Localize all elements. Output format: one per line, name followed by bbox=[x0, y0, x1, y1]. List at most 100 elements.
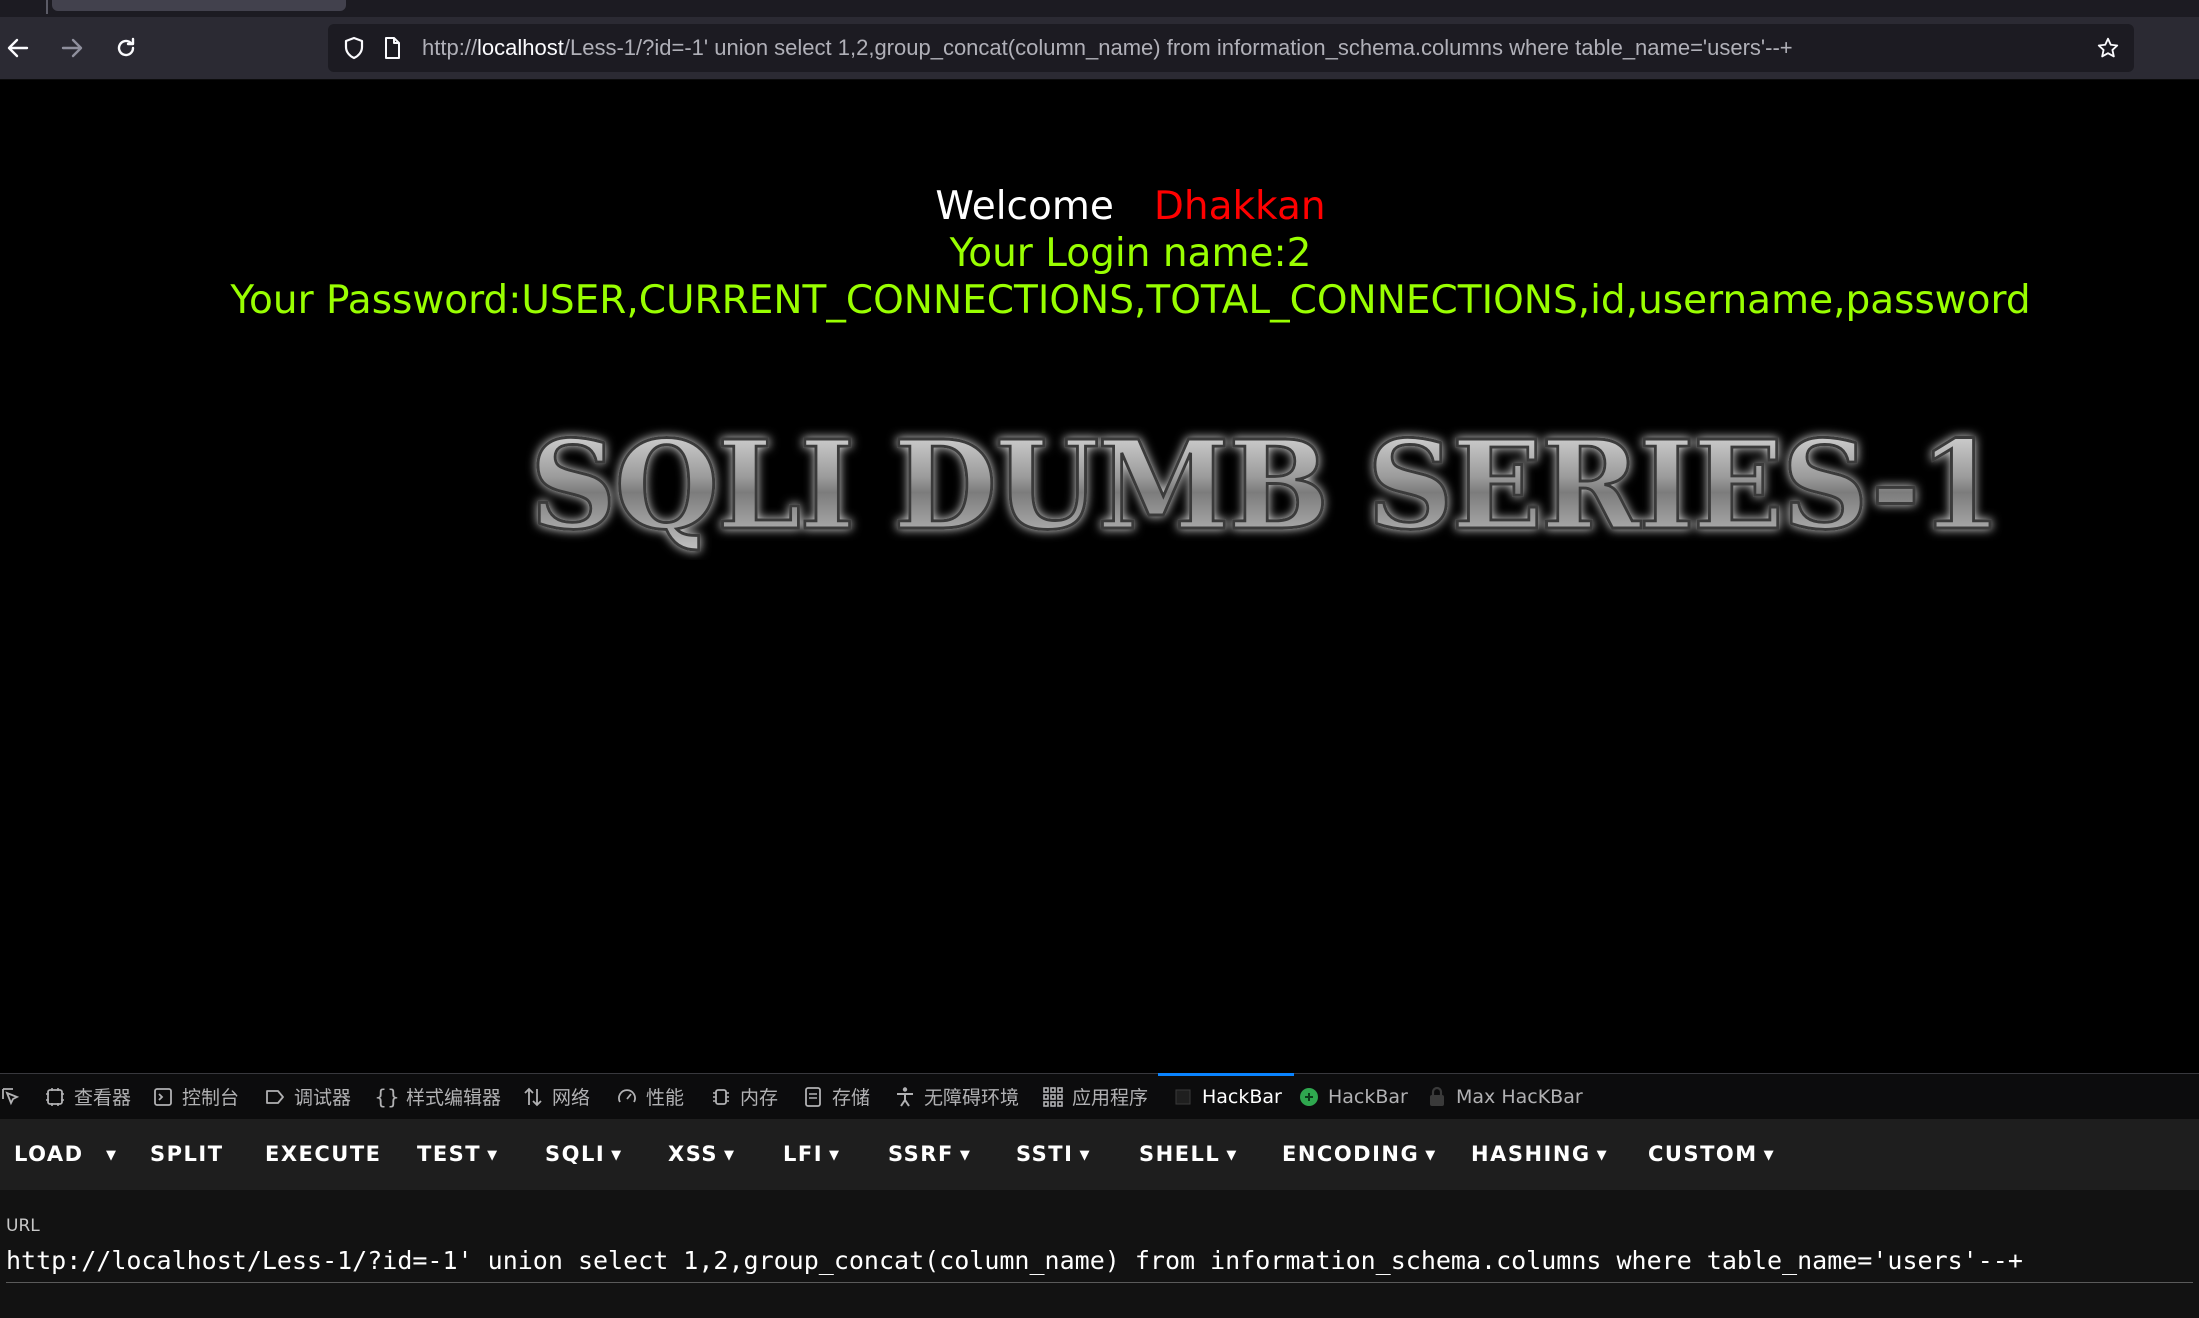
gauge-icon bbox=[616, 1086, 638, 1108]
url-field-label: URL bbox=[6, 1216, 40, 1236]
tab-inspector[interactable]: 查看器 bbox=[44, 1074, 131, 1119]
tab-label: 样式编辑器 bbox=[406, 1087, 502, 1109]
url-text[interactable]: http://localhost/Less-1/?id=-1' union se… bbox=[422, 24, 1793, 72]
tab-application[interactable]: 应用程序 bbox=[1042, 1074, 1148, 1119]
page-content: Welcome Dhakkan Your Login name:2 Your Pa… bbox=[0, 80, 2199, 1073]
button-label: HASHING bbox=[1471, 1142, 1591, 1166]
tab-separator bbox=[46, 0, 48, 14]
ssti-menu[interactable]: SSTI ▼ bbox=[1016, 1119, 1091, 1190]
button-label: SSTI bbox=[1016, 1142, 1074, 1166]
tab-label: 内存 bbox=[740, 1087, 779, 1109]
load-button[interactable]: LOAD bbox=[14, 1119, 84, 1190]
storage-icon bbox=[802, 1086, 824, 1108]
button-label: SHELL bbox=[1139, 1142, 1221, 1166]
network-arrows-icon bbox=[522, 1086, 544, 1108]
browser-tab[interactable] bbox=[52, 0, 346, 11]
button-label: XSS bbox=[668, 1142, 718, 1166]
test-menu[interactable]: TEST ▼ bbox=[417, 1119, 499, 1190]
caret-down-icon: ▼ bbox=[1763, 1147, 1776, 1163]
caret-down-icon: ▼ bbox=[611, 1147, 623, 1163]
hackbar-icon bbox=[1172, 1086, 1194, 1108]
lfi-menu[interactable]: LFI ▼ bbox=[783, 1119, 841, 1190]
tab-network[interactable]: 网络 bbox=[522, 1074, 590, 1119]
caret-down-icon: ▼ bbox=[1226, 1147, 1238, 1163]
button-label: SQLI bbox=[545, 1142, 606, 1166]
custom-menu[interactable]: CUSTOM ▼ bbox=[1648, 1119, 1775, 1190]
execute-button[interactable]: EXECUTE bbox=[265, 1119, 382, 1190]
back-button[interactable] bbox=[0, 30, 36, 66]
load-options-dropdown[interactable]: ▼ bbox=[100, 1119, 118, 1190]
tab-hackbar[interactable]: HackBar bbox=[1158, 1073, 1294, 1119]
shell-menu[interactable]: SHELL ▼ bbox=[1139, 1119, 1238, 1190]
tab-hackbar-2[interactable]: HackBar bbox=[1298, 1074, 1408, 1119]
forward-button[interactable] bbox=[54, 30, 90, 66]
cursor-pick-icon bbox=[0, 1086, 22, 1108]
xss-menu[interactable]: XSS ▼ bbox=[668, 1119, 736, 1190]
button-label: TEST bbox=[417, 1142, 482, 1166]
button-label: ENCODING bbox=[1282, 1142, 1420, 1166]
button-label: LOAD bbox=[14, 1142, 84, 1166]
arrow-right-icon bbox=[61, 38, 83, 58]
grid-apps-icon bbox=[1042, 1086, 1064, 1108]
split-button[interactable]: SPLIT bbox=[150, 1119, 224, 1190]
tab-label: 性能 bbox=[646, 1087, 685, 1109]
caret-down-icon: ▼ bbox=[487, 1147, 499, 1163]
tab-label: 无障碍环境 bbox=[924, 1087, 1020, 1109]
console-icon bbox=[152, 1086, 174, 1108]
button-label: SPLIT bbox=[150, 1142, 224, 1166]
debugger-icon bbox=[264, 1086, 286, 1108]
tab-storage[interactable]: 存储 bbox=[802, 1074, 870, 1119]
tab-label: 应用程序 bbox=[1072, 1087, 1149, 1109]
password-text: Your Password:USER,CURRENT_CONNECTIONS,T… bbox=[230, 278, 2031, 323]
tab-debugger[interactable]: 调试器 bbox=[264, 1074, 351, 1119]
user-name: Dhakkan bbox=[1153, 184, 1326, 229]
caret-down-icon: ▼ bbox=[1079, 1147, 1091, 1163]
button-label: CUSTOM bbox=[1648, 1142, 1758, 1166]
login-name-text: Your Login name:2 bbox=[949, 231, 1312, 276]
sqli-dumb-series-banner: SQLI DUMB SERIES-1 bbox=[529, 412, 2004, 559]
welcome-line: Welcome Dhakkan bbox=[0, 183, 2199, 231]
address-bar[interactable]: http://localhost/Less-1/?id=-1' union se… bbox=[328, 24, 2134, 72]
sqli-menu[interactable]: SQLI ▼ bbox=[545, 1119, 623, 1190]
arrow-left-icon bbox=[7, 38, 29, 58]
url-host: localhost bbox=[477, 35, 564, 60]
tab-label: 调试器 bbox=[294, 1087, 352, 1109]
tab-memory[interactable]: 内存 bbox=[710, 1074, 778, 1119]
tab-strip bbox=[0, 0, 2199, 17]
lock-icon bbox=[1426, 1086, 1448, 1108]
hashing-menu[interactable]: HASHING ▼ bbox=[1471, 1119, 1608, 1190]
tab-max-hackbar[interactable]: Max HacKBar bbox=[1426, 1074, 1583, 1119]
hackbar-toolbar: LOAD ▼ SPLIT EXECUTE TEST ▼ SQLI ▼ XSS ▼ LF… bbox=[0, 1119, 2199, 1190]
tab-style-editor[interactable]: {} 样式编辑器 bbox=[374, 1074, 502, 1119]
tab-label: 网络 bbox=[552, 1087, 591, 1109]
chip-icon bbox=[710, 1086, 732, 1108]
reload-icon bbox=[117, 37, 135, 57]
shield-icon[interactable] bbox=[342, 36, 366, 60]
hackbar-green-icon bbox=[1298, 1086, 1320, 1108]
caret-down-icon: ▼ bbox=[959, 1147, 972, 1163]
url-textarea[interactable]: http://localhost/Less-1/?id=-1' union se… bbox=[6, 1240, 2193, 1283]
tab-console[interactable]: 控制台 bbox=[152, 1074, 239, 1119]
tab-performance[interactable]: 性能 bbox=[616, 1074, 684, 1119]
reload-button[interactable] bbox=[108, 30, 144, 66]
welcome-text: Welcome bbox=[935, 184, 1114, 229]
tab-label: HackBar bbox=[1328, 1085, 1408, 1108]
caret-down-icon: ▼ bbox=[106, 1147, 118, 1163]
banner-text: SQLI DUMB SERIES-1 bbox=[530, 413, 2000, 557]
caret-down-icon: ▼ bbox=[829, 1147, 841, 1163]
caret-down-icon: ▼ bbox=[1425, 1147, 1437, 1163]
element-picker-button[interactable] bbox=[0, 1074, 30, 1119]
encoding-menu[interactable]: ENCODING ▼ bbox=[1282, 1119, 1437, 1190]
hackbar-panel: URL http://localhost/Less-1/?id=-1' unio… bbox=[0, 1190, 2199, 1318]
button-label: LFI bbox=[783, 1142, 824, 1166]
devtools-tab-bar: 查看器 控制台 调试器 {} 样式编辑器 网络 性能 内存 存储 无障碍环境 应… bbox=[0, 1073, 2199, 1119]
button-label: EXECUTE bbox=[265, 1142, 382, 1166]
tab-accessibility[interactable]: 无障碍环境 bbox=[894, 1074, 1019, 1119]
page-icon[interactable] bbox=[380, 36, 404, 60]
url-path: /Less-1/?id=-1' union select 1,2,group_c… bbox=[563, 35, 1793, 60]
bookmark-star-icon[interactable] bbox=[2096, 36, 2120, 60]
caret-down-icon: ▼ bbox=[1596, 1147, 1609, 1163]
button-label: SSRF bbox=[888, 1142, 954, 1166]
ssrf-menu[interactable]: SSRF ▼ bbox=[888, 1119, 971, 1190]
tab-label: 查看器 bbox=[74, 1087, 132, 1109]
